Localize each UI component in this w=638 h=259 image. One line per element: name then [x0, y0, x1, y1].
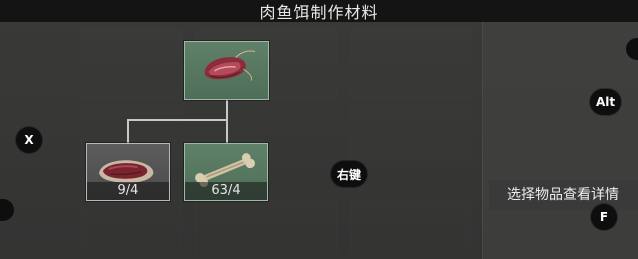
material-count-bone: 63/4 [185, 182, 267, 200]
meat-bait-icon [204, 50, 256, 81]
details-key-hint[interactable]: F [591, 204, 617, 230]
page-title: 肉鱼饵制作材料 [259, 3, 379, 22]
tree-connector-horizontal [127, 119, 228, 121]
material-slot-raw-meat[interactable]: 9/4 [86, 143, 170, 201]
right-click-key-hint[interactable]: 右键 [331, 161, 368, 187]
material-slot-bone[interactable]: 63/4 [184, 143, 268, 201]
title-bar: 肉鱼饵制作材料 [0, 0, 638, 22]
tree-connector-left-drop [127, 119, 129, 143]
alt-key-hint[interactable]: Alt [590, 89, 622, 115]
tree-connector-vertical-top [226, 100, 228, 120]
close-key-hint[interactable]: X [16, 127, 42, 153]
result-item-slot[interactable] [184, 41, 269, 100]
select-item-details-hint: 选择物品查看详情 [489, 180, 638, 210]
material-count-raw-meat: 9/4 [87, 182, 169, 200]
crafting-materials-screen: 肉鱼饵制作材料 9/4 63/4 X Alt 右键 选择物品查看详情 F [0, 0, 638, 259]
tree-connector-right-drop [226, 119, 228, 143]
